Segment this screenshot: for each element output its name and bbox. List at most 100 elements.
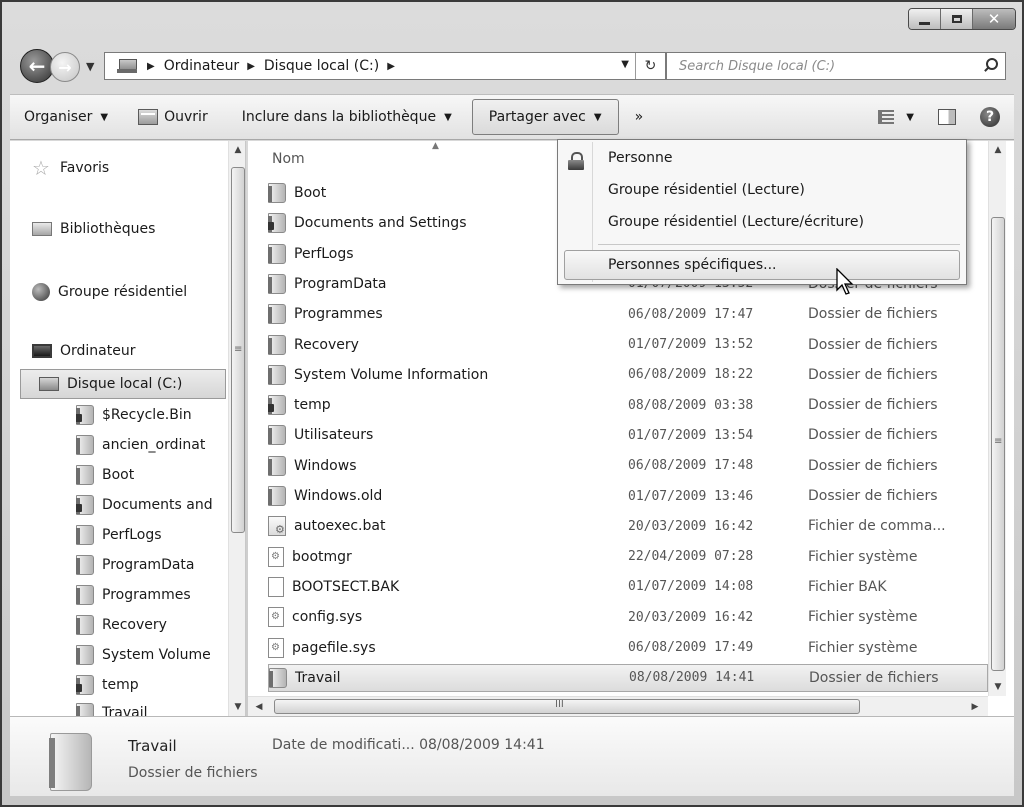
nav-favorites[interactable]: ☆ Favoris [32,159,109,177]
menu-item-specific-people[interactable]: Personnes spécifiques... [564,250,960,280]
search-icon[interactable] [983,58,998,72]
nav-scrollbar-thumb[interactable]: ≡ [231,167,245,533]
file-row[interactable]: Windows.old 01/07/2009 13:46 Dossier de fi… [268,482,988,510]
file-name: Windows.old [294,488,383,504]
nav-item-perflogs[interactable]: PerfLogs [76,525,226,545]
open-button[interactable]: Ouvrir [126,109,220,125]
file-row[interactable]: temp 08/08/2009 03:38 Dossier de fichiers [268,391,988,419]
file-row[interactable]: Utilisateurs 01/07/2009 13:54 Dossier de f… [268,421,988,449]
file-row[interactable]: Windows 06/08/2009 17:48 Dossier de fichie… [268,452,988,480]
forward-button[interactable]: → [50,52,80,82]
nav-local-disk-label: Disque local (C:) [67,376,183,392]
scroll-up-icon[interactable]: ▲ [989,141,1007,159]
list-scrollbar-thumb[interactable]: ≡ [991,217,1005,671]
nav-computer[interactable]: Ordinateur [32,343,136,359]
breadcrumb: ▶ Ordinateur ▶ Disque local (C:) ▶ [139,58,404,74]
file-name-cell: Windows [268,455,618,476]
folder-icon [268,455,286,476]
preview-pane-button[interactable] [926,109,968,125]
horizontal-scrollbar-thumb[interactable]: III [274,699,860,714]
organize-button[interactable]: Organiser ▼ [10,109,120,125]
file-row[interactable]: BOOTSECT.BAK 01/07/2009 14:08 Fichier BAK [268,573,988,601]
file-type: Fichier système [808,548,918,565]
file-row[interactable]: pagefile.sys 06/08/2009 17:49 Fichier syst… [268,634,988,662]
scroll-down-icon[interactable]: ▼ [989,678,1007,696]
minimize-button[interactable] [909,9,941,29]
back-button[interactable]: ← [20,49,54,83]
refresh-button[interactable]: ↻ [635,53,665,79]
file-name: Utilisateurs [294,427,374,444]
close-button[interactable]: ✕ [973,9,1015,29]
file-name: PerfLogs [294,245,354,262]
scroll-left-icon[interactable]: ◀ [250,698,268,716]
nav-item-programmes[interactable]: Programmes [76,585,226,605]
search-box[interactable] [666,52,1006,80]
breadcrumb-chevron-icon[interactable]: ▶ [387,61,395,72]
nav-libraries-label: Bibliothèques [60,221,156,237]
explorer-window: ✕ ← → ▼ ▶ Ordinateur ▶ Disque local (C:)… [0,0,1024,807]
breadcrumb-chevron-icon[interactable]: ▶ [147,61,155,72]
nav-item-recovery[interactable]: Recovery [76,615,226,635]
file-row[interactable]: autoexec.bat 20/03/2009 16:42 Fichier de c… [268,512,988,540]
nav-item-ancien-ordinateur[interactable]: ancien_ordinat [76,435,226,455]
nav-item-system-volume[interactable]: System Volume [76,645,226,665]
file-row[interactable]: Recovery 01/07/2009 13:52 Dossier de fichi… [268,331,988,359]
folder-icon [76,645,94,665]
nav-homegroup[interactable]: Groupe résidentiel [32,283,187,301]
address-bar[interactable]: ▶ Ordinateur ▶ Disque local (C:) ▶ ▼ ↻ [104,52,666,80]
back-arrow-icon: ← [28,54,46,78]
nav-item-travail[interactable]: Travail [76,703,226,716]
recent-pages-dropdown[interactable]: ▼ [86,60,94,73]
menu-item-homegroup-read[interactable]: Groupe résidentiel (Lecture) [608,182,805,198]
nav-item-documents[interactable]: Documents and [76,495,226,515]
folder-icon [268,183,286,203]
file-row[interactable]: bootmgr 22/04/2009 07:28 Fichier système [268,543,988,571]
folder-icon [269,667,287,688]
menu-item-specific-people-label: Personnes spécifiques... [608,257,777,273]
address-history-dropdown[interactable]: ▼ [621,59,629,70]
file-date: 01/07/2009 14:08 [628,579,754,595]
nav-local-disk[interactable]: Disque local (C:) [20,369,226,399]
navigation-bar: ← → ▼ ▶ Ordinateur ▶ Disque local (C:) ▶… [20,48,1006,84]
file-row[interactable]: Travail 08/08/2009 14:41 Dossier de fichie… [268,663,988,692]
mouse-pointer-icon [836,268,854,295]
file-row[interactable]: System Volume Information 06/08/2009 18:2… [268,361,988,389]
file-name: temp [294,397,331,414]
more-label: » [634,109,644,125]
refresh-icon: ↻ [644,58,657,74]
breadcrumb-local-disk[interactable]: Disque local (C:) [264,58,379,74]
breadcrumb-computer[interactable]: Ordinateur [164,58,240,74]
breadcrumb-chevron-icon[interactable]: ▶ [247,61,255,72]
nav-item-label: Programmes [102,587,191,603]
include-in-library-button[interactable]: Inclure dans la bibliothèque ▼ [230,109,464,125]
file-name: Documents and Settings [294,215,467,232]
maximize-button[interactable] [941,9,973,29]
horizontal-scrollbar[interactable]: ◀ III ▶ [248,696,988,716]
more-commands-button[interactable]: » [623,109,656,125]
nav-item-temp[interactable]: temp [76,675,226,695]
file-row[interactable]: Programmes 06/08/2009 17:47 Dossier de fic… [268,300,988,328]
file-date: 06/08/2009 18:22 [628,367,754,383]
caption-buttons: ✕ [908,8,1016,30]
search-input[interactable] [679,58,969,74]
system-file-icon [268,637,284,658]
scroll-up-icon[interactable]: ▲ [229,141,245,159]
grip-icon: ≡ [234,344,243,355]
list-scrollbar[interactable]: ▲ ≡ ▼ [988,141,1006,696]
column-header-name[interactable]: Nom [272,151,305,167]
scroll-down-icon[interactable]: ▼ [229,698,245,716]
help-button[interactable]: ? [968,107,1014,127]
nav-item-boot[interactable]: Boot [76,465,226,485]
menu-item-homegroup-readwrite[interactable]: Groupe résidentiel (Lecture/écriture) [608,214,864,230]
nav-libraries[interactable]: Bibliothèques [32,221,155,237]
file-row[interactable]: config.sys 20/03/2009 16:42 Fichier systèm… [268,603,988,631]
scroll-right-icon[interactable]: ▶ [966,698,984,716]
chevron-down-icon: ▼ [906,111,914,123]
menu-item-nobody[interactable]: Personne [608,150,673,166]
share-with-button[interactable]: Partager avec ▼ [471,99,619,135]
nav-item-programdata[interactable]: ProgramData [76,555,226,575]
nav-item-recycle-bin[interactable]: $Recycle.Bin [76,405,226,425]
nav-scrollbar[interactable]: ▲ ≡ ▼ [228,141,245,716]
forward-arrow-icon: → [58,57,72,77]
change-view-button[interactable]: ▼ [866,110,926,124]
